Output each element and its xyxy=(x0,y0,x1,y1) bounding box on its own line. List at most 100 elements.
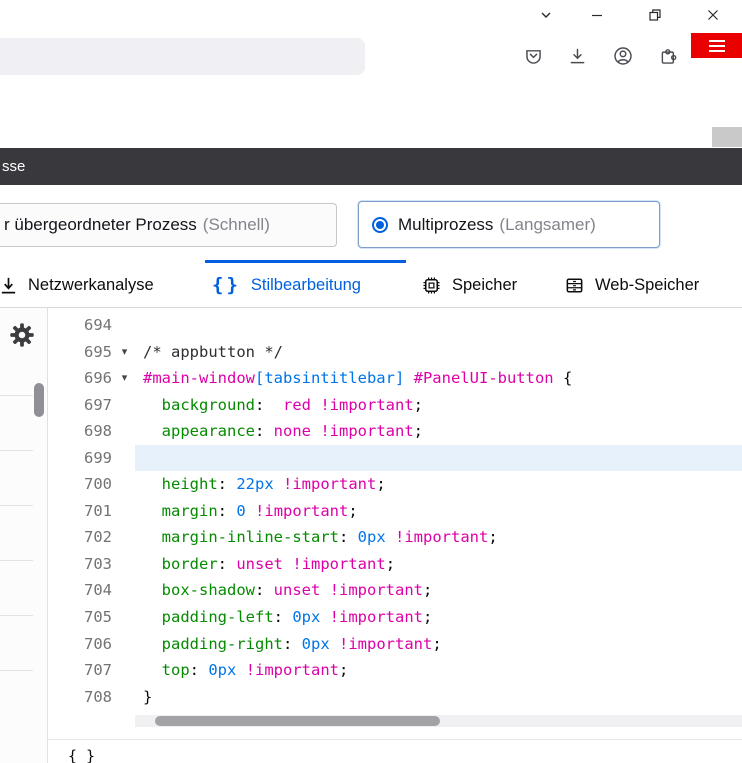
process-option-parent[interactable]: r übergeordneter Prozess (Schnell) xyxy=(0,203,337,247)
browser-toolbar xyxy=(0,33,742,82)
restore-icon[interactable] xyxy=(626,0,684,30)
fold-spacer xyxy=(114,471,135,498)
css-source-editor[interactable]: 694695▾/* appbutton */696▾#main-window[t… xyxy=(48,308,742,763)
fold-spacer xyxy=(114,631,135,658)
code-line[interactable]: 704 box-shadow: unset !important; xyxy=(48,577,742,604)
code-lines: 694695▾/* appbutton */696▾#main-window[t… xyxy=(48,312,742,710)
code-text: #main-window[tabsintitlebar] #PanelUI-bu… xyxy=(135,365,742,392)
tab-netzwerkanalyse[interactable]: Netzwerkanalyse xyxy=(0,263,154,307)
fold-spacer xyxy=(114,498,135,525)
line-number: 694 xyxy=(48,312,114,339)
line-number: 697 xyxy=(48,392,114,419)
download-icon[interactable] xyxy=(563,42,591,70)
menu-button[interactable] xyxy=(691,33,742,58)
code-line[interactable]: 708} xyxy=(48,684,742,711)
network-icon xyxy=(0,276,18,295)
code-line[interactable]: 696▾#main-window[tabsintitlebar] #PanelU… xyxy=(48,365,742,392)
tab-stilbearbeitung[interactable]: {} Stilbearbeitung xyxy=(212,263,361,307)
line-number: 708 xyxy=(48,684,114,711)
horizontal-scrollbar-thumb[interactable] xyxy=(155,716,440,726)
extensions-icon[interactable] xyxy=(654,42,682,70)
code-text: appearance: none !important; xyxy=(135,418,742,445)
code-text xyxy=(135,312,742,339)
option-hint: (Schnell) xyxy=(203,215,270,235)
tab-web-speicher[interactable]: Web-Speicher xyxy=(564,263,699,307)
fold-spacer xyxy=(114,418,135,445)
fold-spacer xyxy=(114,577,135,604)
radio-selected-icon[interactable] xyxy=(372,217,388,233)
line-number: 706 xyxy=(48,631,114,658)
line-number: 701 xyxy=(48,498,114,525)
code-line[interactable]: 705 padding-left: 0px !important; xyxy=(48,604,742,631)
line-number: 698 xyxy=(48,418,114,445)
code-text: padding-right: 0px !important; xyxy=(135,631,742,658)
code-line[interactable]: 699 xyxy=(48,445,742,472)
storage-icon xyxy=(564,275,585,296)
code-line[interactable]: 700 height: 22px !important; xyxy=(48,471,742,498)
fold-spacer xyxy=(114,684,135,711)
horizontal-scrollbar[interactable] xyxy=(135,715,742,727)
code-text: border: unset !important; xyxy=(135,551,742,578)
minimize-icon[interactable] xyxy=(568,0,626,30)
toolbox-header: sse xyxy=(0,148,742,185)
fold-arrow-icon[interactable]: ▾ xyxy=(114,365,135,392)
code-text: margin-inline-start: 0px !important; xyxy=(135,524,742,551)
gear-icon[interactable] xyxy=(8,321,36,349)
chevron-down-icon[interactable] xyxy=(524,0,568,30)
line-number: 705 xyxy=(48,604,114,631)
page-scrollbar[interactable] xyxy=(712,127,742,147)
prettify-source-button[interactable]: { } xyxy=(68,747,95,763)
fold-spacer xyxy=(114,312,135,339)
style-editor-panel: 694695▾/* appbutton */696▾#main-window[t… xyxy=(0,308,742,763)
titlebar xyxy=(0,0,742,33)
line-number: 696 xyxy=(48,365,114,392)
code-line[interactable]: 701 margin: 0 !important; xyxy=(48,498,742,525)
tab-label: Stilbearbeitung xyxy=(251,276,361,295)
option-label: r übergeordneter Prozess xyxy=(4,215,197,235)
browser-window: sse r übergeordneter Prozess (Schnell) M… xyxy=(0,0,742,763)
code-text: height: 22px !important; xyxy=(135,471,742,498)
stylesheet-list-sidebar xyxy=(0,308,48,763)
sidebar-scrollbar-thumb[interactable] xyxy=(34,383,44,417)
page-content: sse r übergeordneter Prozess (Schnell) M… xyxy=(0,81,742,763)
code-text: } xyxy=(135,684,742,711)
hamburger-icon xyxy=(709,40,725,42)
line-number: 704 xyxy=(48,577,114,604)
code-line[interactable]: 703 border: unset !important; xyxy=(48,551,742,578)
code-line[interactable]: 695▾/* appbutton */ xyxy=(48,339,742,366)
option-label: Multiprozess xyxy=(398,215,493,235)
tab-speicher[interactable]: Speicher xyxy=(421,263,517,307)
code-text xyxy=(135,445,742,472)
toolbox-header-text: sse xyxy=(2,158,25,175)
code-text: top: 0px !important; xyxy=(135,657,742,684)
code-text: margin: 0 !important; xyxy=(135,498,742,525)
code-line[interactable]: 698 appearance: none !important; xyxy=(48,418,742,445)
list-separator xyxy=(0,560,33,561)
process-option-multiprocess[interactable]: Multiprozess (Langsamer) xyxy=(358,201,660,248)
code-text: background: red !important; xyxy=(135,392,742,419)
pocket-icon[interactable] xyxy=(519,42,547,70)
code-line[interactable]: 702 margin-inline-start: 0px !important; xyxy=(48,524,742,551)
fold-spacer xyxy=(114,551,135,578)
memory-icon xyxy=(421,275,442,296)
line-number: 702 xyxy=(48,524,114,551)
close-icon[interactable] xyxy=(684,0,742,30)
list-separator xyxy=(0,450,33,451)
url-bar[interactable] xyxy=(0,38,365,75)
line-number: 700 xyxy=(48,471,114,498)
fold-spacer xyxy=(114,445,135,472)
line-number: 707 xyxy=(48,657,114,684)
code-line[interactable]: 697 background: red !important; xyxy=(48,392,742,419)
list-separator xyxy=(0,615,33,616)
list-separator xyxy=(0,670,33,671)
code-line[interactable]: 707 top: 0px !important; xyxy=(48,657,742,684)
editor-footer: { } xyxy=(48,739,742,763)
code-text: box-shadow: unset !important; xyxy=(135,577,742,604)
tab-label: Netzwerkanalyse xyxy=(28,276,154,295)
line-number: 695 xyxy=(48,339,114,366)
code-line[interactable]: 706 padding-right: 0px !important; xyxy=(48,631,742,658)
code-line[interactable]: 694 xyxy=(48,312,742,339)
fold-arrow-icon[interactable]: ▾ xyxy=(114,339,135,366)
account-icon[interactable] xyxy=(609,42,637,70)
style-editor-icon: {} xyxy=(212,274,241,296)
